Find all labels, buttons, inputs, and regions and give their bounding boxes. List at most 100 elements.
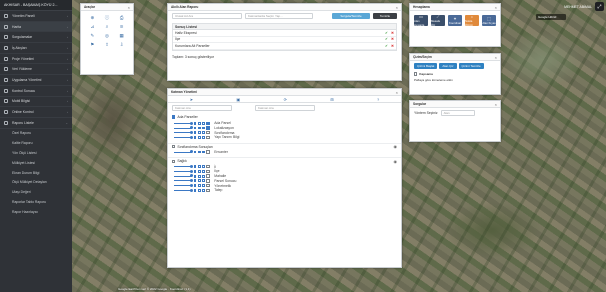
layer-zoom-icon[interactable] (197, 174, 201, 178)
checkbox[interactable] (206, 174, 210, 178)
layer-info-icon[interactable] (202, 165, 205, 169)
layer-settings-icon[interactable] (193, 131, 197, 135)
close-icon[interactable]: × (495, 5, 497, 10)
table-icon[interactable]: ▦ (114, 33, 129, 38)
layer-group[interactable]: Sağlık ◉ (168, 157, 401, 164)
sidebar-subitem[interactable]: Ulaşı Değeri (0, 187, 72, 197)
close-icon[interactable]: × (495, 55, 497, 60)
layers-icon[interactable]: ≋ (114, 24, 129, 29)
selection-button[interactable]: Alan Çiz (439, 63, 457, 69)
checkbox[interactable] (172, 159, 176, 164)
layer-info-icon[interactable] (202, 179, 205, 183)
layer-info-icon[interactable] (202, 174, 205, 178)
opacity-slider[interactable] (174, 165, 193, 169)
search-button[interactable]: Sorgula/Temizle (332, 13, 370, 19)
checkbox[interactable] (206, 131, 210, 135)
pin-icon[interactable]: ➤ (190, 97, 193, 102)
info-icon[interactable]: ⓘ (100, 15, 115, 20)
draw-tool-button[interactable]: • Nokta Ölçüm (465, 14, 479, 27)
layer-zoom-icon[interactable] (197, 165, 201, 169)
layer-zoom-icon[interactable] (197, 184, 201, 187)
sidebar-item[interactable]: Raporu Listele ⌄ (0, 118, 72, 129)
save-icon[interactable]: ▣ (236, 97, 240, 102)
sidebar-item[interactable]: Online Kontrol › (0, 107, 72, 118)
sidebar-subitem[interactable]: Raporlar Tablo Raporu (0, 197, 72, 207)
close-icon[interactable]: × (495, 102, 497, 107)
layer-info-icon[interactable] (202, 184, 205, 187)
search-icon[interactable]: ⌕ (100, 24, 115, 29)
sidebar-item[interactable]: Mobil Bilgisi › (0, 97, 72, 108)
search-input[interactable]: Ulusal Ad Ara (172, 13, 242, 19)
layer-row[interactable]: Talep (168, 188, 401, 193)
draw-tool-button[interactable]: ⌖ Koordinat (448, 15, 462, 26)
draw-tool-button[interactable]: ⟋ Mesafe Ölç (431, 14, 445, 27)
layer-zoom-icon[interactable] (197, 150, 201, 154)
fullscreen-icon[interactable]: ⤢ (595, 2, 604, 11)
opacity-slider[interactable] (174, 188, 193, 192)
layer-zoom-icon[interactable] (197, 179, 201, 183)
checkbox[interactable] (206, 121, 210, 126)
sidebar-subitem[interactable]: Rapor Hazırlayıcı (0, 207, 72, 217)
draw-tool-button[interactable]: ▭ Alan Hesapla (414, 14, 428, 27)
opacity-slider[interactable] (174, 126, 193, 130)
opacity-slider[interactable] (174, 135, 193, 139)
layer-info-icon[interactable] (202, 150, 205, 154)
layer-settings-icon[interactable] (193, 188, 197, 192)
zoom-in-icon[interactable]: ⊕ (85, 15, 100, 20)
opacity-slider[interactable] (174, 183, 193, 187)
layer-select[interactable]: Katmanlarda Seçim Yap... (245, 13, 313, 19)
checkbox[interactable] (206, 126, 210, 130)
sidebar-subitem[interactable]: Ekran Durum Bilgi (0, 168, 72, 178)
user-name[interactable]: MEHMET ABİMAL (564, 5, 592, 9)
opacity-slider[interactable] (174, 169, 193, 173)
check-icon[interactable]: ✔ (385, 44, 388, 48)
layer-row[interactable]: Envanter (168, 150, 401, 155)
layer-group[interactable]: Sınıflandırma Sonuçları ◉ (168, 142, 401, 150)
layer-info-icon[interactable] (202, 121, 205, 125)
sidebar-item[interactable]: İş Akışları › (0, 43, 72, 54)
checkbox[interactable] (206, 183, 210, 188)
sidebar-subitem[interactable]: Mülkiyet Listesi (0, 158, 72, 168)
layer-filter-input[interactable]: Katman Ara (255, 105, 315, 111)
clear-button[interactable]: Temizle (373, 13, 397, 19)
layer-settings-icon[interactable] (193, 170, 197, 173)
sidebar-item[interactable]: Yönetim Paneli › (0, 11, 72, 22)
opacity-slider[interactable] (174, 179, 193, 183)
sidebar-item[interactable]: Proje Yönetimi › (0, 54, 72, 65)
delete-icon[interactable]: ✖ (391, 44, 394, 48)
sidebar-subitem[interactable]: Kalite Raporu (0, 138, 72, 148)
layer-row[interactable]: Yapı Tanımı Bilgi (168, 135, 401, 140)
eye-icon[interactable]: ◉ (394, 144, 398, 149)
checkbox[interactable] (172, 115, 176, 119)
layer-zoom-icon[interactable] (197, 131, 201, 135)
sidebar-item[interactable]: Kontrol Sonucu › (0, 86, 72, 97)
layer-zoom-icon[interactable] (197, 126, 201, 130)
measure-icon[interactable]: ⊿ (85, 24, 100, 29)
checkbox[interactable] (206, 165, 210, 169)
layer-info-icon[interactable] (202, 131, 205, 135)
layer-zoom-icon[interactable] (197, 188, 201, 192)
layer-settings-icon[interactable] (193, 126, 197, 130)
layer-info-icon[interactable] (202, 188, 205, 192)
layer-settings-icon[interactable] (193, 174, 197, 178)
fit-icon[interactable]: ⊞ (330, 97, 333, 102)
layer-settings-icon[interactable] (193, 179, 197, 183)
layer-info-icon[interactable] (202, 126, 205, 130)
sidebar-item[interactable]: Sorgulamalar › (0, 32, 72, 44)
method-select[interactable]: Alan (440, 110, 475, 116)
delete-icon[interactable]: ✖ (391, 37, 394, 41)
opacity-slider[interactable] (174, 150, 193, 154)
result-item[interactable]: Kurumlara Ait Parseller ✔ ✖ (173, 43, 396, 50)
checkbox[interactable] (206, 188, 210, 192)
checkbox[interactable] (206, 150, 210, 154)
checkbox[interactable] (206, 179, 210, 183)
checkbox[interactable] (414, 72, 418, 76)
checkbox[interactable] (172, 145, 176, 149)
layer-zoom-icon[interactable] (197, 121, 201, 125)
layer-group[interactable]: Ada Parseller (168, 113, 401, 121)
opacity-slider[interactable] (174, 131, 193, 135)
opacity-slider[interactable] (174, 174, 193, 178)
sidebar-item[interactable]: Harita › (0, 21, 72, 33)
refresh-icon[interactable]: ⟳ (284, 97, 287, 102)
basemap-select[interactable]: Google Hibrid (536, 14, 566, 20)
